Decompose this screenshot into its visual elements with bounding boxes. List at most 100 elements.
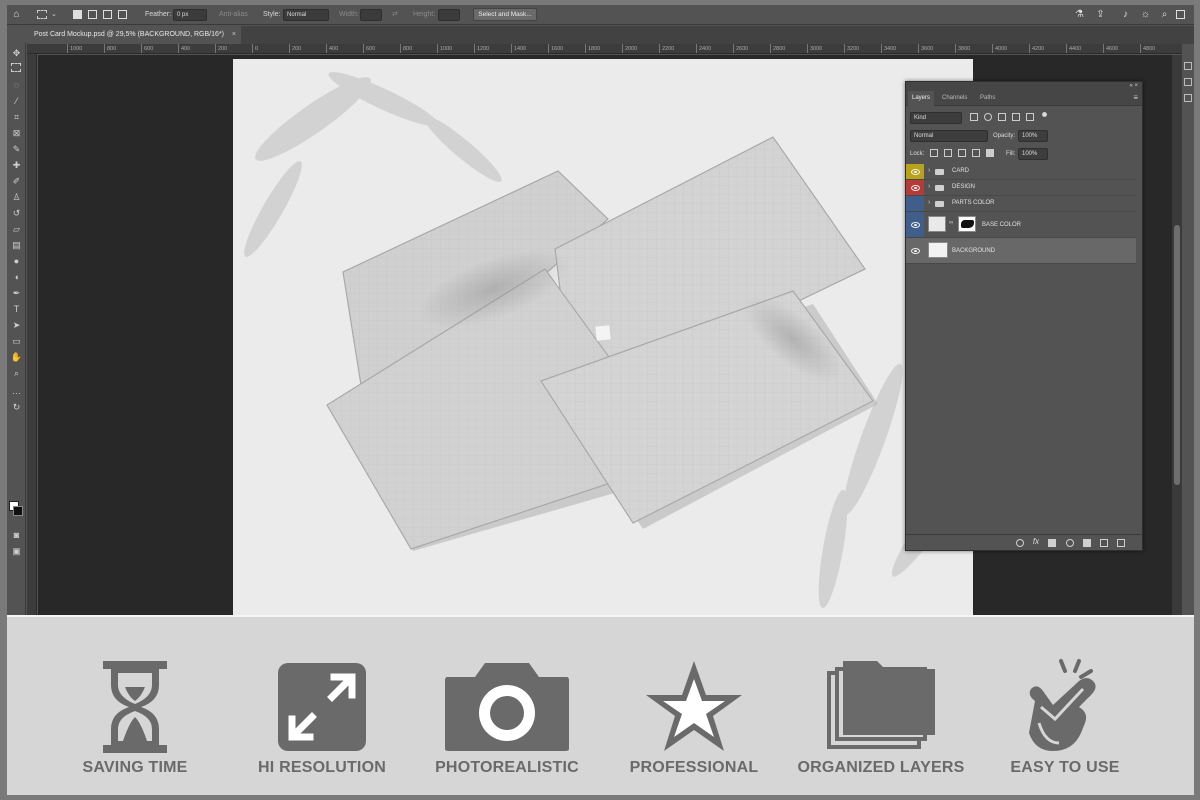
tips-icon[interactable]: ☼ — [1139, 8, 1152, 21]
lock-transparency-icon[interactable] — [930, 149, 938, 157]
expand-chevron-icon[interactable]: › — [928, 167, 930, 174]
quick-mask-icon[interactable]: ◙ — [10, 529, 23, 541]
search-icon[interactable]: ⌕ — [1158, 8, 1171, 21]
document-tab[interactable]: Post Card Mockup.psd @ 29,5% (BACKGROUND… — [27, 26, 241, 44]
adjustment-filter-icon[interactable] — [984, 113, 992, 121]
tab-paths[interactable]: Paths — [976, 91, 999, 106]
notifications-icon[interactable]: ♪ — [1119, 8, 1132, 21]
adjustment-layer-icon[interactable] — [1066, 539, 1074, 547]
marquee-tool-icon[interactable] — [11, 63, 21, 72]
layer-row[interactable]: ∞ BASE COLOR — [906, 212, 1136, 238]
gradient-icon[interactable]: ▤ — [10, 239, 23, 251]
tab-channels[interactable]: Channels — [938, 91, 971, 106]
screen-mode-icon[interactable]: ▣ — [10, 545, 23, 557]
select-and-mask-button[interactable]: Select and Mask... — [473, 8, 537, 21]
visibility-eye-icon[interactable] — [911, 248, 920, 254]
clone-stamp-icon[interactable]: ♙ — [10, 191, 23, 203]
expand-chevron-icon[interactable]: › — [928, 199, 930, 206]
brush-tool-icon[interactable]: ✐ — [10, 175, 23, 187]
intersect-selection-icon[interactable] — [118, 10, 127, 19]
magic-wand-icon[interactable]: ⁄ — [10, 95, 23, 107]
link-layers-icon[interactable] — [1016, 539, 1024, 547]
adjustments-icon[interactable] — [1184, 78, 1192, 86]
close-tab-icon[interactable]: × — [232, 26, 236, 44]
healing-brush-icon[interactable]: ✚ — [10, 159, 23, 171]
lock-all-icon[interactable] — [986, 149, 994, 157]
document-canvas[interactable] — [233, 59, 973, 615]
shape-tool-icon[interactable]: ▭ — [10, 335, 23, 347]
swap-icon[interactable]: ⇄ — [392, 9, 398, 21]
blur-tool-icon[interactable]: ● — [10, 255, 23, 267]
edit-toolbar-icon[interactable]: ↻ — [10, 401, 23, 413]
anti-alias-checkbox[interactable]: Anti-alias — [219, 9, 248, 21]
layer-row[interactable]: BACKGROUND — [906, 238, 1136, 264]
more-tools-icon[interactable]: … — [10, 385, 23, 397]
filter-toggle-icon[interactable] — [1042, 112, 1047, 117]
type-tool-icon[interactable]: T — [10, 303, 23, 315]
new-selection-icon[interactable] — [73, 10, 82, 19]
link-icon[interactable]: ∞ — [949, 220, 953, 226]
share-icon[interactable]: ⇪ — [1094, 8, 1107, 21]
workspace-icon[interactable] — [1176, 10, 1185, 19]
dodge-tool-icon[interactable]: ◖ — [10, 271, 23, 283]
home-icon[interactable]: ⌂ — [10, 8, 23, 21]
eyedropper-icon[interactable]: ✎ — [10, 143, 23, 155]
flask-icon[interactable]: ⚗ — [1073, 8, 1086, 21]
layer-row[interactable]: › PARTS COLOR — [906, 196, 1136, 212]
new-group-icon[interactable] — [1083, 539, 1091, 547]
blend-mode-select[interactable]: Normal — [910, 130, 988, 142]
vertical-scrollbar[interactable] — [1172, 55, 1182, 615]
scroll-thumb[interactable] — [1174, 225, 1180, 485]
visibility-eye-icon[interactable] — [911, 222, 920, 228]
width-input[interactable] — [360, 9, 382, 21]
pen-tool-icon[interactable]: ✒ — [10, 287, 23, 299]
layer-row[interactable]: › DESIGN — [906, 180, 1136, 196]
height-input[interactable] — [438, 9, 460, 21]
properties-icon[interactable] — [1184, 62, 1192, 70]
shape-filter-icon[interactable] — [1012, 113, 1020, 121]
path-selection-icon[interactable]: ➤ — [10, 319, 23, 331]
lasso-tool-icon[interactable]: ◌ — [10, 79, 23, 91]
eraser-icon[interactable]: ▱ — [10, 223, 23, 235]
hand-tool-icon[interactable]: ✋ — [10, 351, 23, 363]
pixel-filter-icon[interactable] — [970, 113, 978, 121]
add-selection-icon[interactable] — [88, 10, 97, 19]
frame-tool-icon[interactable]: ⊠ — [10, 127, 23, 139]
visibility-eye-icon[interactable] — [911, 169, 920, 175]
fill-input[interactable]: 100% — [1018, 148, 1048, 160]
new-layer-icon[interactable] — [1100, 539, 1108, 547]
add-mask-icon[interactable] — [1048, 539, 1056, 547]
fx-icon[interactable]: fx — [1032, 538, 1040, 547]
history-brush-icon[interactable]: ↺ — [10, 207, 23, 219]
subtract-selection-icon[interactable] — [103, 10, 112, 19]
panel-menu-icon[interactable]: ≡ — [1133, 93, 1138, 102]
tool-preset-chevron-icon[interactable]: ⌄ — [51, 9, 57, 21]
background-color-swatch[interactable] — [13, 506, 23, 516]
feature-professional: PROFESSIONAL — [604, 617, 784, 795]
ruler-tick: 3000 — [807, 44, 822, 53]
lock-artboard-icon[interactable] — [972, 149, 980, 157]
smart-object-filter-icon[interactable] — [1026, 113, 1034, 121]
feather-input[interactable]: 0 px — [173, 9, 207, 21]
stacked-layers-icon — [827, 661, 935, 749]
libraries-icon[interactable] — [1184, 94, 1192, 102]
type-filter-icon[interactable] — [998, 113, 1006, 121]
lock-pixels-icon[interactable] — [944, 149, 952, 157]
layer-row[interactable]: › CARD — [906, 164, 1136, 180]
crop-tool-icon[interactable]: ⌗ — [10, 111, 23, 123]
tab-layers[interactable]: Layers — [908, 91, 935, 106]
collapse-panel-icon[interactable]: « × — [906, 82, 1142, 91]
opacity-input[interactable]: 100% — [1018, 130, 1048, 142]
ruler-tick: 600 — [141, 44, 153, 53]
zoom-tool-icon[interactable]: ⌕ — [10, 367, 23, 379]
expand-chevron-icon[interactable]: › — [928, 183, 930, 190]
horizontal-ruler: 1000 800 600 400 200 0 200 400 600 800 1000 1200 140… — [27, 44, 1182, 54]
lock-row: Lock: Fill: 100% — [906, 146, 1142, 162]
kind-filter-select[interactable]: Kind — [910, 112, 962, 124]
style-select[interactable]: Normal — [283, 9, 329, 21]
lock-position-icon[interactable] — [958, 149, 966, 157]
visibility-eye-icon[interactable] — [911, 185, 920, 191]
marquee-tool-icon[interactable] — [37, 10, 47, 19]
move-tool-icon[interactable]: ✥ — [10, 47, 23, 59]
delete-layer-icon[interactable] — [1117, 539, 1125, 547]
